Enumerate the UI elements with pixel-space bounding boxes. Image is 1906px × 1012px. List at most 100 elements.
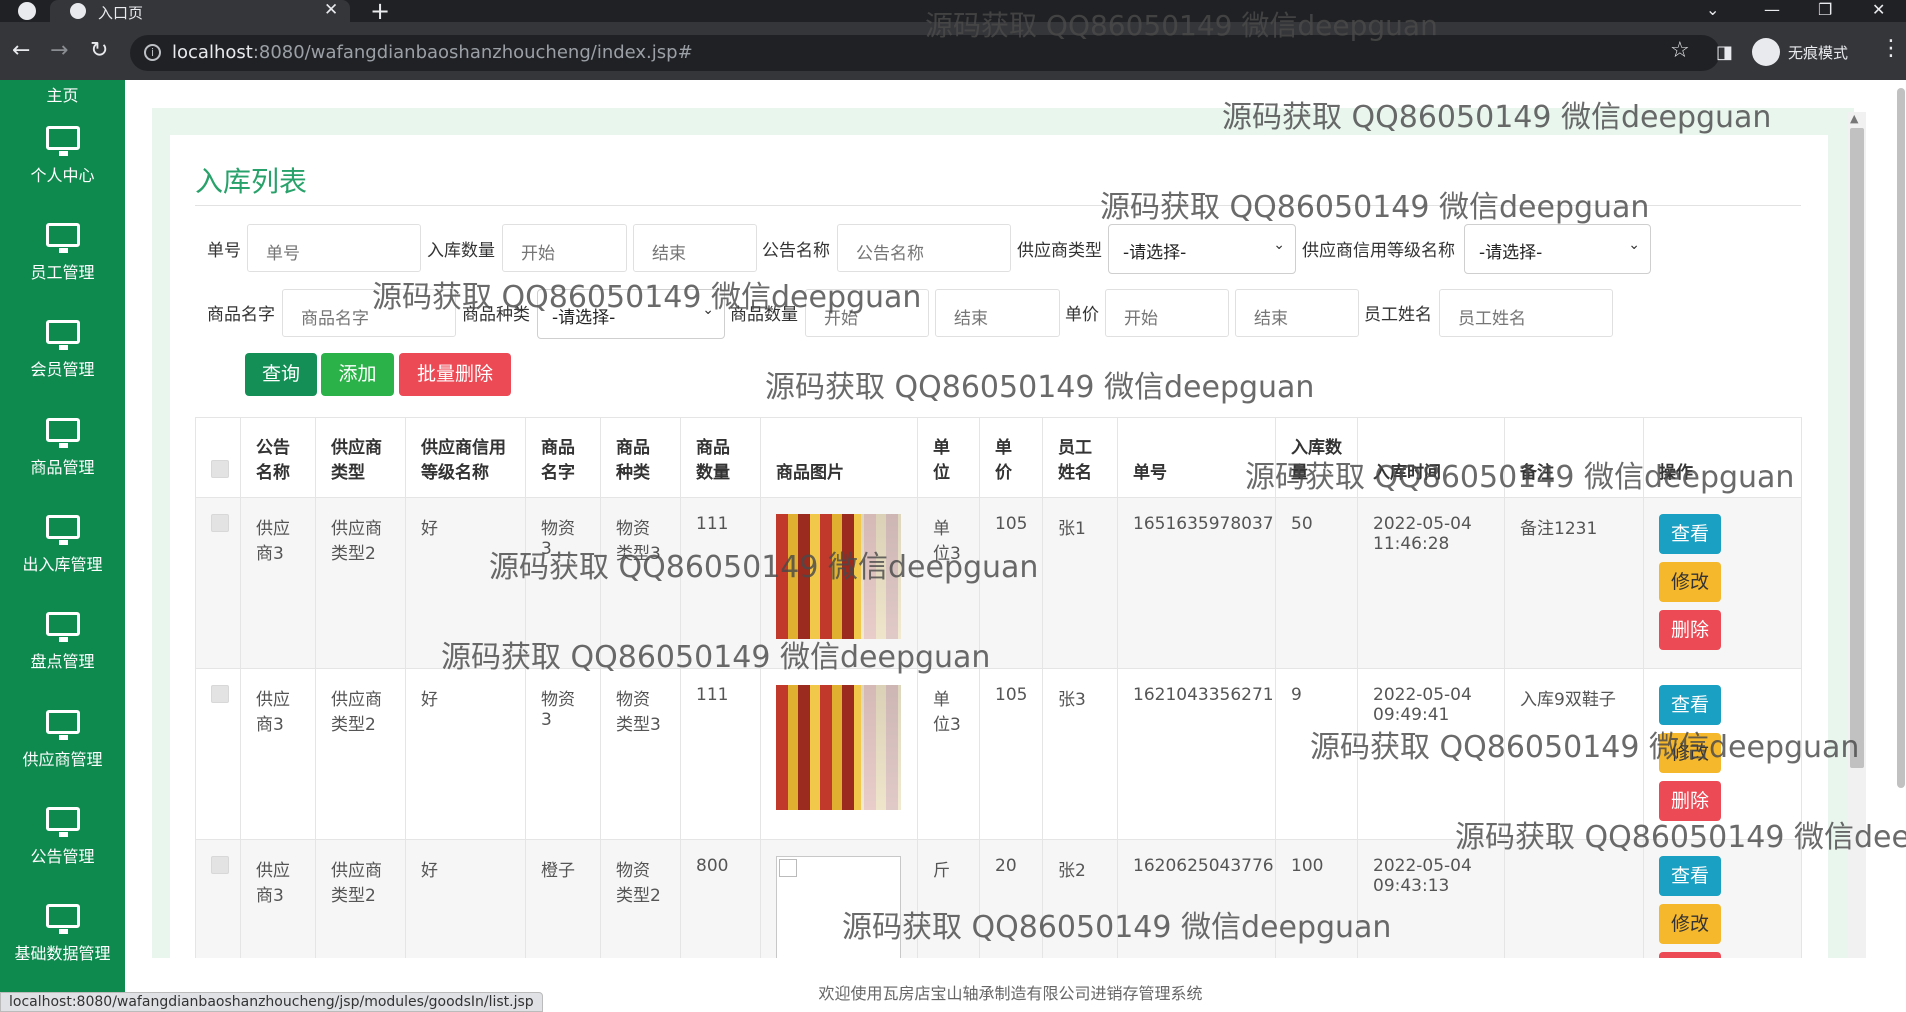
edit-button[interactable]: 修改 [1659, 904, 1721, 944]
view-button[interactable]: 查看 [1659, 856, 1721, 896]
cell-image [760, 668, 918, 840]
sidebar-item-inout[interactable]: 出入库管理 [0, 515, 125, 575]
edit-button[interactable]: 修改 [1659, 562, 1721, 602]
maximize-icon[interactable]: ❐ [1818, 0, 1832, 19]
watermark: 源码获取 QQ86050149 微信deepguan [1455, 820, 1906, 855]
reload-icon[interactable]: ↻ [90, 38, 108, 63]
order-no-input[interactable] [247, 224, 421, 272]
sidebar-item-inventory[interactable]: 盘点管理 [0, 612, 125, 672]
tab-search-icon[interactable]: ⌄ [1706, 0, 1719, 19]
table-header: 员工姓名 [1042, 417, 1118, 498]
in-qty-end-input[interactable] [633, 224, 757, 272]
watermark: 源码获取 QQ86050149 微信deepguan [441, 640, 991, 675]
tab-favicon-icon [70, 3, 86, 19]
staff-name-input[interactable] [1439, 289, 1613, 337]
monitor-icon [45, 320, 80, 350]
forward-icon[interactable]: → [50, 38, 68, 63]
sidebar-item-label: 主页 [46, 86, 79, 105]
cell-goods-name: 物资3 [525, 668, 601, 840]
select-value: -请选择- [1479, 243, 1543, 263]
browser-menu-icon[interactable]: ⋮ [1880, 36, 1902, 61]
in-qty-start-input[interactable] [502, 224, 627, 272]
sidebar-item-supplier[interactable]: 供应商管理 [0, 710, 125, 770]
query-button[interactable]: 查询 [245, 353, 317, 396]
watermark: 源码获取 QQ86050149 微信deepguan [1310, 730, 1860, 765]
watermark: 源码获取 QQ86050149 微信deepguan [1222, 100, 1772, 135]
sidebar-item-label: 盘点管理 [30, 652, 95, 671]
checkbox[interactable] [211, 685, 229, 703]
scroll-up-icon[interactable]: ▲ [1850, 112, 1858, 125]
bookmark-star-icon[interactable]: ☆ [1670, 38, 1690, 63]
delete-button[interactable]: 删除 [1659, 610, 1721, 650]
back-icon[interactable]: ← [12, 38, 30, 63]
cell-price: 105 [979, 668, 1043, 840]
notice-name-label: 公告名称 [762, 241, 830, 261]
sidebar-item-basic-data[interactable]: 基础数据管理 [0, 904, 125, 964]
browser-profile-icon[interactable] [18, 2, 36, 20]
sidebar-item-home[interactable]: 主页 [0, 80, 125, 106]
notice-name-input[interactable] [837, 224, 1011, 272]
cell-unit: 单位3 [917, 668, 980, 840]
sidebar-toggle-icon[interactable]: ◨ [1716, 42, 1733, 63]
sidebar-item-label: 个人中心 [30, 166, 95, 185]
cell-supplier-type: 供应商类型2 [315, 668, 406, 840]
monitor-icon [45, 807, 80, 837]
cell-goods-type: 物资类型3 [600, 668, 681, 840]
add-button[interactable]: 添加 [321, 353, 394, 396]
site-info-icon[interactable]: i [144, 44, 161, 61]
cell-in-qty: 50 [1275, 497, 1358, 669]
sidebar-item-members[interactable]: 会员管理 [0, 320, 125, 380]
sidebar-item-staff[interactable]: 员工管理 [0, 223, 125, 283]
price-end-input[interactable] [1235, 289, 1359, 337]
checkbox[interactable] [211, 460, 229, 478]
cell-credit: 好 [405, 668, 526, 840]
row-select[interactable] [195, 668, 241, 840]
monitor-icon [45, 612, 80, 642]
page-scroll-thumb[interactable] [1897, 88, 1905, 788]
checkbox[interactable] [211, 514, 229, 532]
view-button[interactable]: 查看 [1659, 685, 1721, 725]
table-header: 单位 [917, 417, 980, 498]
tab-close-icon[interactable]: ✕ [324, 0, 338, 20]
watermark: 源码获取 QQ86050149 微信deepguan [1245, 460, 1795, 495]
goods-qty-end-input[interactable] [935, 289, 1060, 337]
header-select-all[interactable] [195, 417, 241, 498]
monitor-icon [45, 223, 80, 253]
sidebar-item-personal-center[interactable]: 个人中心 [0, 126, 125, 186]
watermark: 源码获取 QQ86050149 微信deepguan [372, 280, 922, 315]
cell-staff: 张3 [1042, 668, 1118, 840]
chevron-down-icon: ⌄ [1273, 237, 1285, 253]
credit-level-select[interactable]: -请选择- ⌄ [1464, 224, 1651, 274]
cell-notice: 供应商3 [240, 668, 316, 840]
inner-scroll-thumb[interactable] [1850, 128, 1864, 768]
watermark: 源码获取 QQ86050149 微信deepguan [925, 9, 1438, 42]
sidebar-item-notice[interactable]: 公告管理 [0, 807, 125, 867]
checkbox[interactable] [211, 856, 229, 874]
monitor-icon [45, 710, 80, 740]
sidebar-item-label: 会员管理 [30, 360, 95, 379]
incognito-icon [1752, 38, 1780, 66]
batch-delete-button[interactable]: 批量删除 [399, 353, 511, 396]
tab-title: 入口页 [98, 4, 144, 22]
credit-level-label: 供应商信用等级名称 [1302, 241, 1455, 261]
table-header: 供应商信用等级名称 [405, 417, 526, 498]
sidebar-item-goods[interactable]: 商品管理 [0, 418, 125, 478]
table-header: 商品种类 [600, 417, 681, 498]
price-start-input[interactable] [1105, 289, 1229, 337]
sidebar-item-label: 员工管理 [30, 263, 95, 282]
table-header: 供应商类型 [315, 417, 406, 498]
watermark: 源码获取 QQ86050149 微信deepguan [1100, 190, 1650, 225]
minimize-icon[interactable]: — [1764, 0, 1780, 19]
view-button[interactable]: 查看 [1659, 514, 1721, 554]
page-title: 入库列表 [195, 165, 308, 198]
price-label: 单价 [1065, 305, 1099, 325]
browser-tab[interactable]: 入口页 ✕ [50, 0, 350, 22]
staff-name-label: 员工姓名 [1364, 305, 1432, 325]
cell-goods-qty: 111 [680, 668, 761, 840]
close-window-icon[interactable]: ✕ [1872, 0, 1885, 19]
cell-remark: 备注1231 [1504, 497, 1644, 669]
cell-supplier-type: 供应商类型2 [315, 497, 406, 669]
row-select[interactable] [195, 497, 241, 669]
watermark: 源码获取 QQ86050149 微信deepguan [765, 370, 1315, 405]
supplier-type-select[interactable]: -请选择- ⌄ [1108, 224, 1296, 274]
